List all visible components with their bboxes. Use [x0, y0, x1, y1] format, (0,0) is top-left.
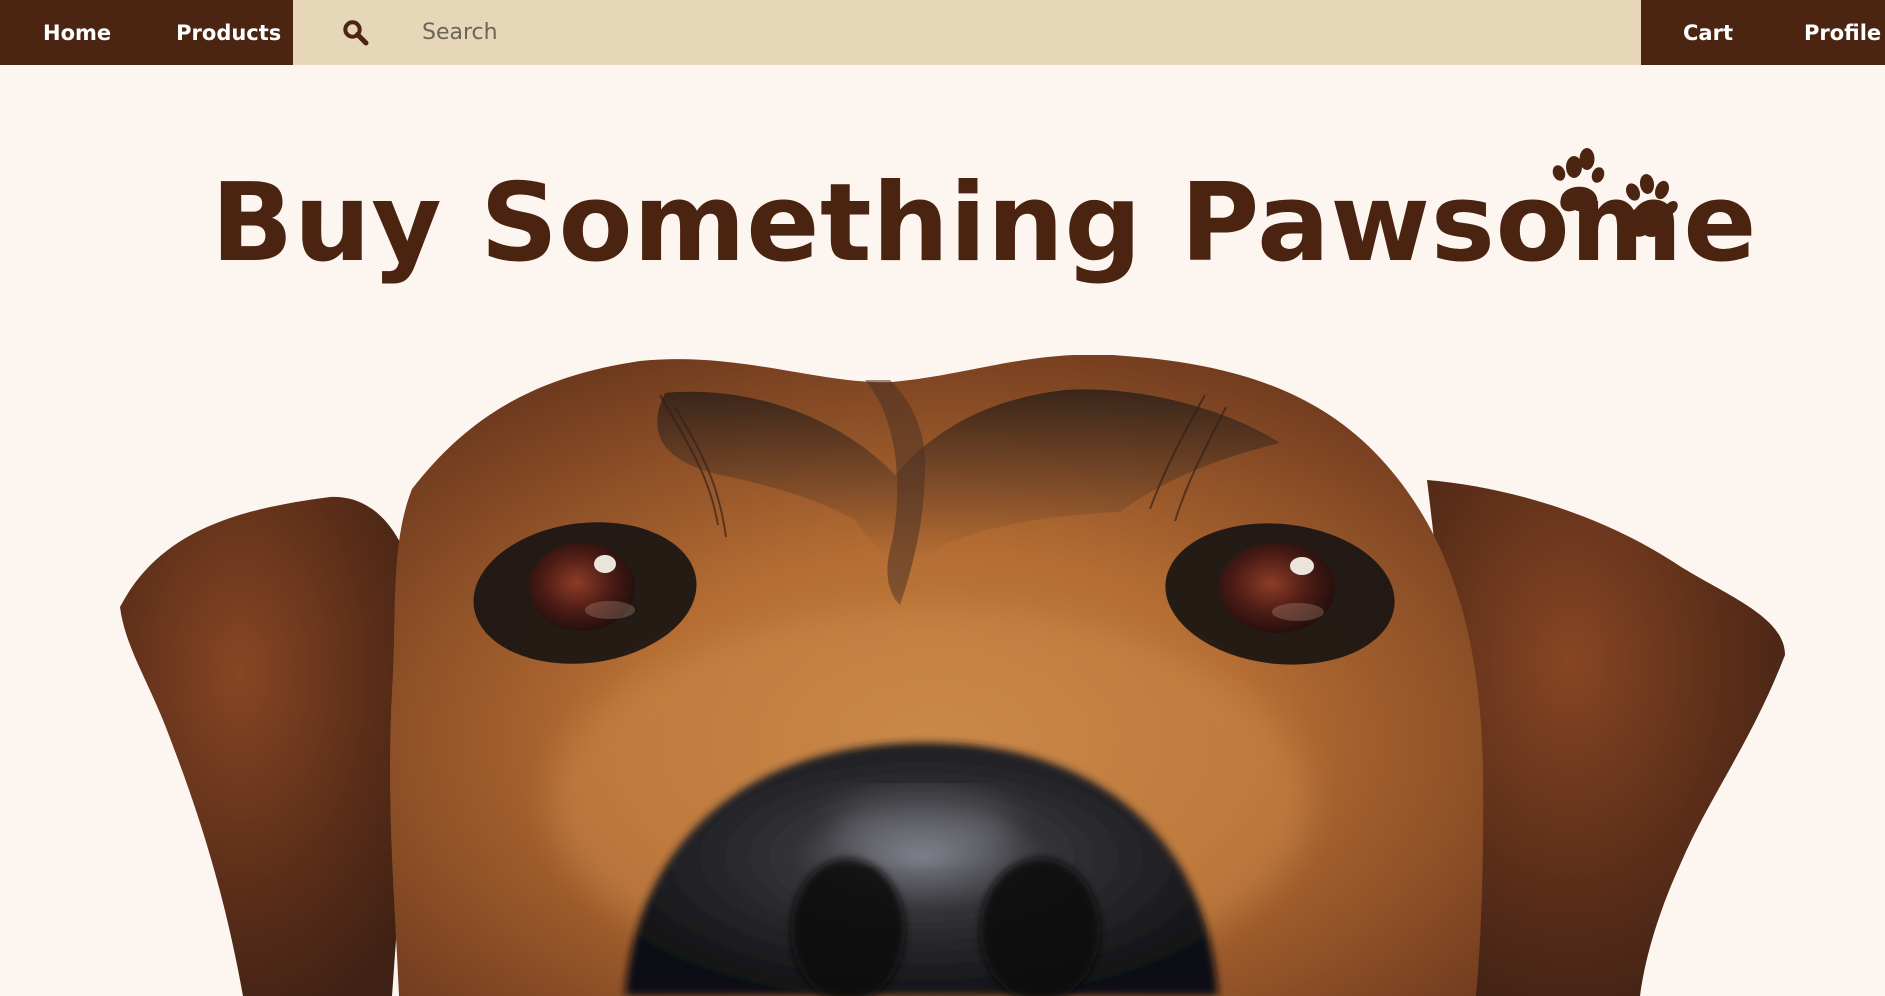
nav-cart-link[interactable]: Cart [1683, 21, 1733, 45]
search-bar [293, 0, 1641, 65]
dog-face-image [120, 355, 1785, 996]
top-navbar: Home Products Cart Profile [0, 0, 1885, 65]
search-input[interactable] [420, 11, 1324, 54]
nav-right-group: Cart Profile [1641, 0, 1885, 65]
nav-left-group: Home Products [0, 0, 293, 65]
page-title: Buy Something Pawsome [211, 161, 1757, 286]
paw-prints-icon [1552, 148, 1678, 238]
nav-profile-link[interactable]: Profile [1804, 21, 1881, 45]
nav-products-link[interactable]: Products [176, 21, 281, 45]
search-icon[interactable] [341, 19, 369, 47]
nav-home-link[interactable]: Home [43, 21, 111, 45]
